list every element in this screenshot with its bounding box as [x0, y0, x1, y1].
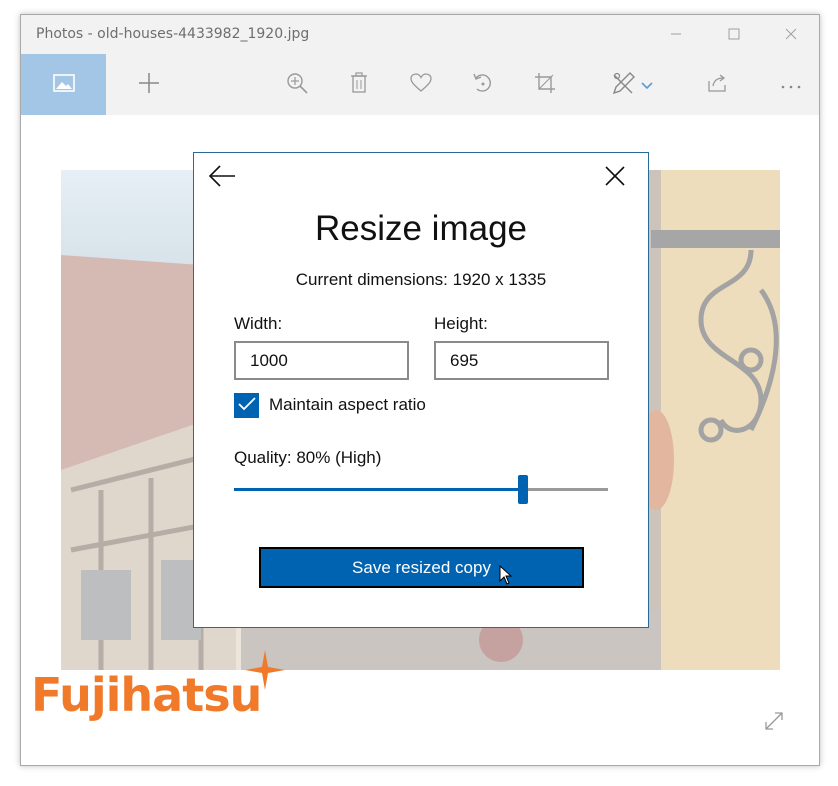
width-label: Width: [234, 314, 283, 333]
save-resized-copy-button[interactable]: Save resized copy [259, 547, 584, 588]
share-button[interactable] [695, 54, 739, 115]
close-dialog-button[interactable] [604, 165, 632, 191]
photo-icon [52, 73, 75, 96]
current-dimensions: Current dimensions: 1920 x 1335 [295, 270, 547, 289]
height-input[interactable] [434, 341, 609, 380]
maximize-button[interactable] [719, 24, 749, 44]
back-arrow-icon [208, 165, 236, 191]
maintain-aspect-checkbox[interactable] [234, 393, 259, 418]
expand-button[interactable] [763, 710, 785, 736]
width-input[interactable] [234, 341, 409, 380]
dialog-title: Resize image [314, 209, 528, 248]
photos-window: Photos - old-houses-4433982_1920.jpg Fuj… [20, 14, 820, 766]
more-button[interactable] [769, 54, 813, 115]
checkmark-icon [237, 396, 256, 415]
rotate-button[interactable] [461, 54, 505, 115]
close-icon [604, 166, 626, 191]
crop-icon [534, 72, 556, 98]
rotate-icon [472, 72, 494, 98]
back-button[interactable] [208, 165, 240, 191]
toolbar [21, 54, 819, 115]
expand-icon [763, 712, 785, 736]
crop-button[interactable] [523, 54, 567, 115]
delete-icon [350, 71, 368, 98]
close-window-button[interactable] [776, 24, 806, 44]
quality-label: Quality: 80% (High) [234, 448, 382, 467]
resize-dialog: Resize image Current dimensions: 1920 x … [193, 152, 649, 628]
quality-slider-filled[interactable] [234, 488, 519, 491]
favorite-button[interactable] [399, 54, 443, 115]
brand-logo: Fujihatsu [31, 650, 285, 722]
edit-draw-icon [611, 70, 637, 100]
chevron-down-icon [641, 75, 653, 94]
add-button[interactable] [127, 54, 171, 115]
favorite-icon [410, 72, 432, 97]
delete-button[interactable] [337, 54, 381, 115]
zoom-icon [286, 72, 308, 98]
more-icon [780, 75, 802, 94]
mouse-cursor-icon [499, 564, 513, 589]
star-icon [245, 650, 285, 690]
height-label: Height: [434, 314, 488, 333]
quality-slider-track[interactable] [519, 488, 608, 491]
zoom-button[interactable] [275, 54, 319, 115]
brand-name: Fujihatsu [31, 668, 262, 722]
add-icon [138, 72, 160, 98]
maintain-aspect-label: Maintain aspect ratio [269, 395, 426, 414]
title-bar: Photos - old-houses-4433982_1920.jpg [21, 15, 819, 54]
view-photo-button[interactable] [21, 54, 106, 115]
minimize-button[interactable] [661, 24, 691, 44]
quality-slider-thumb[interactable] [518, 475, 528, 504]
share-icon [706, 73, 728, 97]
edit-draw-button[interactable] [603, 54, 661, 115]
window-title: Photos - old-houses-4433982_1920.jpg [36, 26, 310, 42]
